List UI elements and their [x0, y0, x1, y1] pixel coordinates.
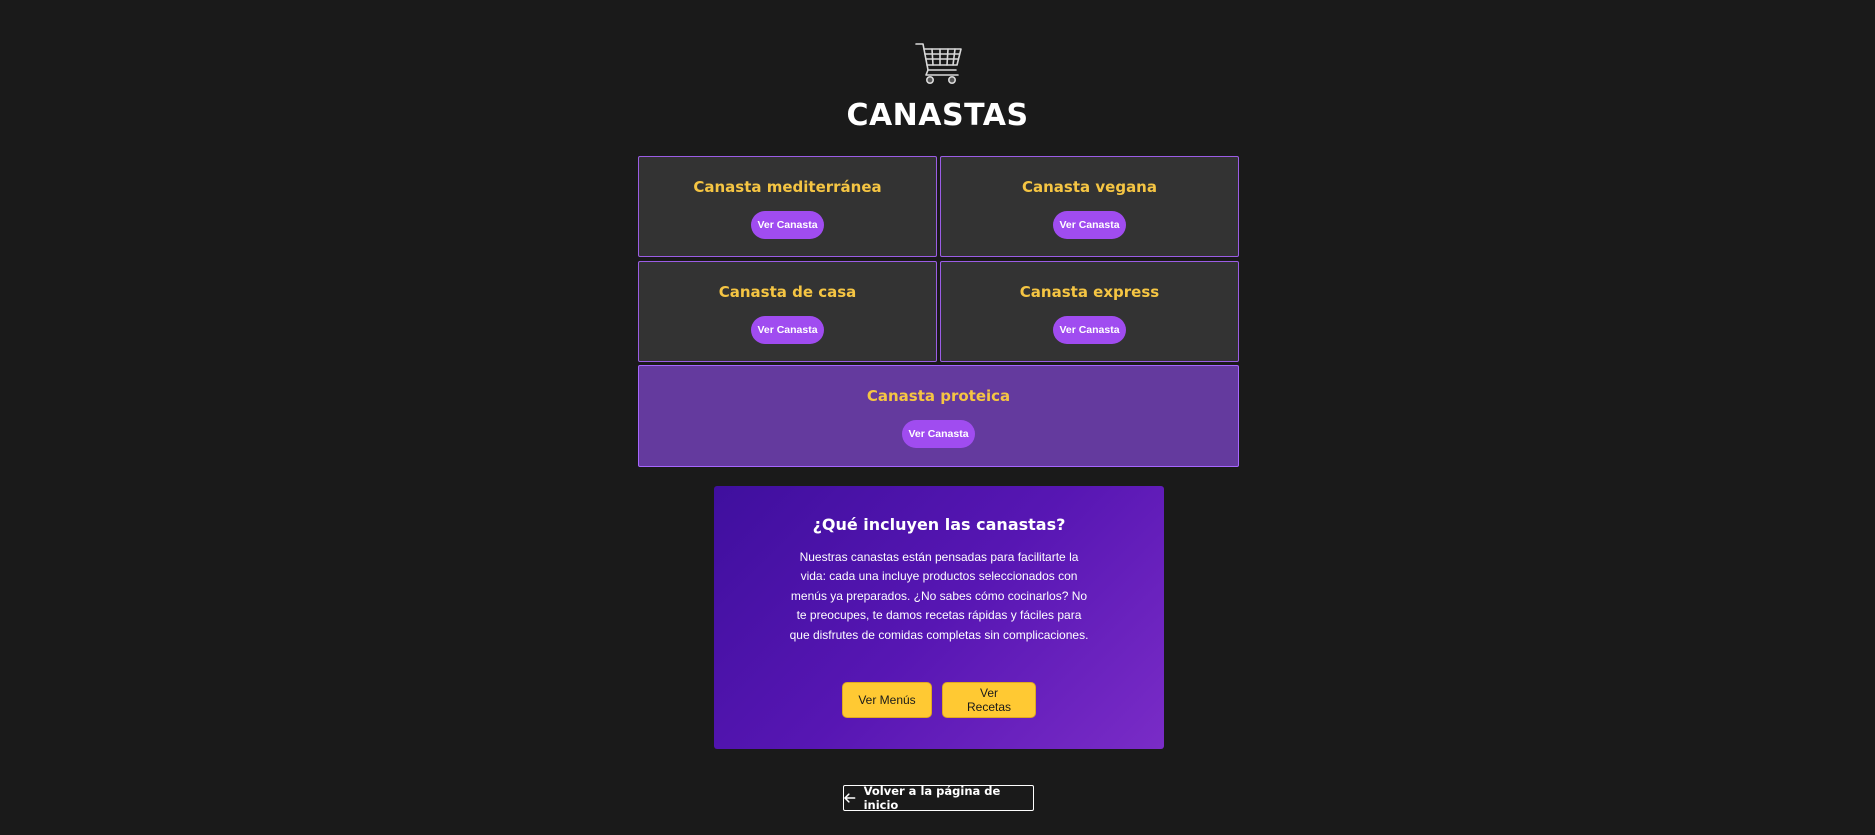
basket-card-title: Canasta mediterránea	[693, 178, 882, 196]
view-basket-button[interactable]: Ver Canasta	[751, 211, 824, 239]
basket-card-proteica: Canasta proteica Ver Canasta	[638, 365, 1239, 467]
arrow-left-icon	[844, 793, 856, 803]
page: CANASTAS Canasta mediterránea Ver Canast…	[0, 0, 1875, 835]
info-title: ¿Qué incluyen las canastas?	[812, 515, 1066, 534]
info-text: Nuestras canastas están pensadas para fa…	[789, 550, 1089, 642]
back-link-label: Volver a la página de inicio	[863, 784, 1001, 812]
basket-card-title: Canasta vegana	[1022, 178, 1157, 196]
shopping-cart-icon	[915, 43, 962, 84]
info-panel: ¿Qué incluyen las canastas? Nuestras can…	[714, 486, 1164, 749]
view-basket-button[interactable]: Ver Canasta	[751, 316, 824, 344]
basket-card-title: Canasta proteica	[866, 387, 1011, 405]
basket-card-vegana: Canasta vegana Ver Canasta	[940, 156, 1239, 257]
basket-card-mediterranea: Canasta mediterránea Ver Canasta	[638, 156, 937, 257]
view-basket-button[interactable]: Ver Canasta	[1053, 316, 1126, 344]
info-buttons: Ver Menús Ver Recetas	[714, 682, 1164, 718]
view-menus-button[interactable]: Ver Menús	[842, 682, 932, 718]
basket-card-title: Canasta express	[1019, 283, 1160, 301]
page-title: CANASTAS	[846, 98, 1029, 133]
basket-card-express: Canasta express Ver Canasta	[940, 261, 1239, 362]
view-recipes-button[interactable]: Ver Recetas	[942, 682, 1036, 718]
back-to-home-link[interactable]: Volver a la página de inicio	[843, 784, 1034, 812]
basket-card-casa: Canasta de casa Ver Canasta	[638, 261, 937, 362]
view-basket-button[interactable]: Ver Canasta	[902, 420, 975, 448]
basket-card-title: Canasta de casa	[718, 283, 857, 301]
view-basket-button[interactable]: Ver Canasta	[1053, 211, 1126, 239]
